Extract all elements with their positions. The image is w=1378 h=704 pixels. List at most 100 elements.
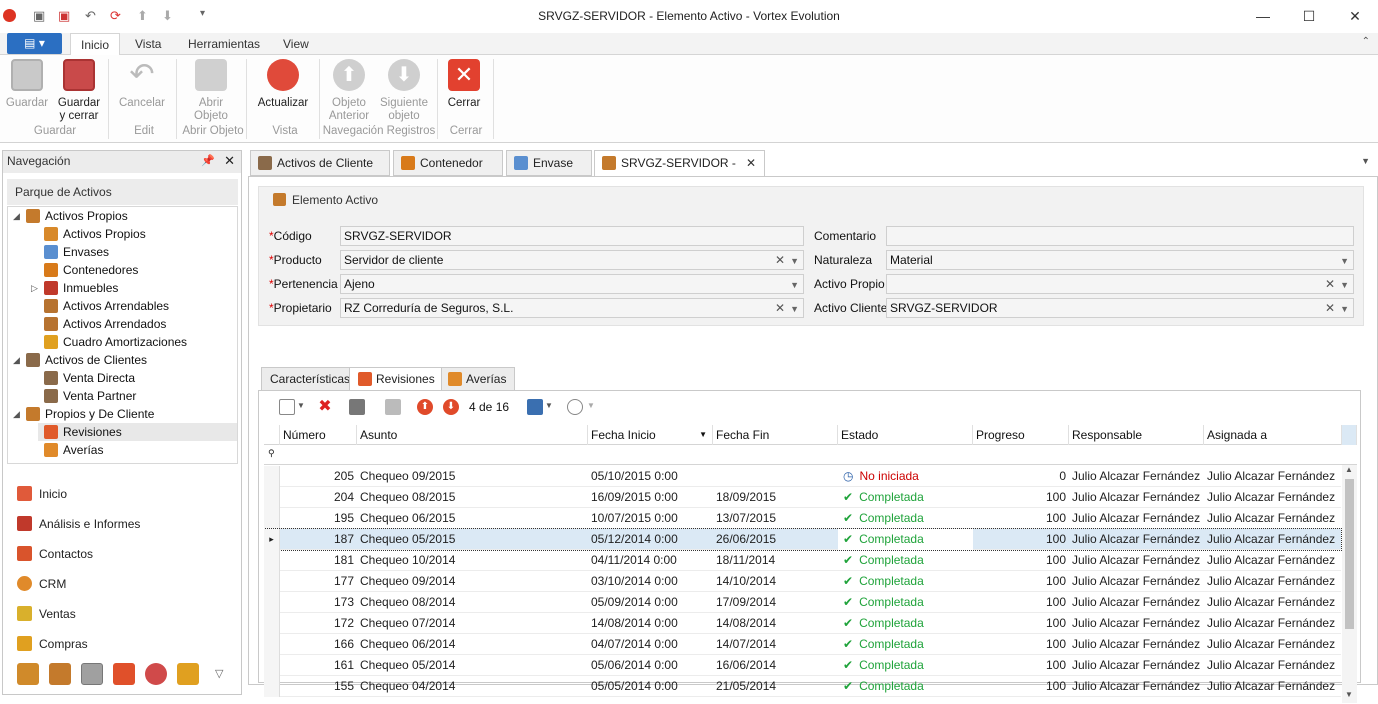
col-fecha-inicio[interactable]: Fecha Inicio ▼ [588, 425, 713, 445]
table-row[interactable]: 204 Chequeo 08/2015 16/09/2015 0:00 18/09/2… [264, 487, 1341, 508]
clear-icon[interactable]: ✕ [1325, 301, 1335, 315]
col-progreso[interactable]: Progreso [973, 425, 1069, 445]
shortcut-projects-icon[interactable] [177, 663, 199, 685]
dropdown-icon[interactable]: ▼ [790, 254, 799, 268]
col-asunto[interactable]: Asunto [357, 425, 588, 445]
maximize-button[interactable]: ☐ [1286, 4, 1332, 28]
tab-revisiones[interactable]: Revisiones [349, 367, 444, 392]
tab-vista[interactable]: Vista [125, 33, 171, 55]
vertical-scrollbar[interactable]: ▲ ▼ [1342, 465, 1357, 703]
dropdown-icon[interactable]: ▼ [790, 278, 799, 292]
shortcut-services-icon[interactable] [113, 663, 135, 685]
nav-link-crm[interactable]: CRM [17, 574, 66, 594]
table-row[interactable]: 195 Chequeo 06/2015 10/07/2015 0:00 13/07/2… [264, 508, 1341, 529]
dropdown-icon[interactable]: ▼ [1340, 278, 1349, 292]
doc-tab-activos-cliente[interactable]: Activos de Cliente [250, 150, 390, 176]
codigo-field[interactable]: SRVGZ-SERVIDOR [340, 226, 804, 246]
row-indicator[interactable] [264, 634, 280, 655]
doc-tab-srvgz-servidor[interactable]: SRVGZ-SERVIDOR - Elem✕ [594, 150, 765, 177]
app-menu-button[interactable]: ▤ ▾ [7, 33, 62, 54]
expand-icon[interactable]: ▷ [31, 283, 38, 294]
close-window-button[interactable]: ✕ [1332, 4, 1378, 28]
actualizar-button[interactable]: Actualizar [254, 59, 312, 110]
dropdown-icon[interactable]: ▼ [1340, 254, 1349, 268]
scroll-up-icon[interactable]: ▲ [1345, 465, 1353, 474]
search-icon[interactable] [567, 399, 583, 415]
table-row[interactable]: 172 Chequeo 07/2014 14/08/2014 0:00 14/08/2… [264, 613, 1341, 634]
export-dropdown-icon[interactable]: ▼ [545, 401, 553, 410]
tree-item-venta-partner[interactable]: Venta Partner [44, 387, 136, 405]
collapse-icon[interactable]: ◢ [13, 409, 20, 420]
row-indicator[interactable] [264, 508, 280, 529]
scroll-down-icon[interactable]: ▼ [1345, 690, 1353, 699]
tree-item-envases[interactable]: Envases [44, 243, 109, 261]
table-row[interactable]: 173 Chequeo 08/2014 05/09/2014 0:00 17/09/2… [264, 592, 1341, 613]
row-indicator[interactable] [264, 550, 280, 571]
shortcut-logistics-icon[interactable] [49, 663, 71, 685]
producto-lookup[interactable]: Servidor de cliente ✕ ▼ [340, 250, 804, 270]
objeto-anterior-button[interactable]: ⬆ Objeto Anterior [325, 59, 373, 123]
tree-item-cuadro-amortizaciones[interactable]: Cuadro Amortizaciones [44, 333, 187, 351]
tab-list-dropdown-icon[interactable]: ▼ [1361, 156, 1370, 166]
activo-propio-lookup[interactable]: ✕ ▼ [886, 274, 1354, 294]
previous-record-icon[interactable]: ⬆ [417, 399, 433, 415]
row-indicator[interactable] [264, 613, 280, 634]
dropdown-icon[interactable]: ▼ [790, 302, 799, 316]
row-indicator[interactable] [264, 592, 280, 613]
shortcut-production-icon[interactable] [17, 663, 39, 685]
tree-item-activos-arrendables[interactable]: Activos Arrendables [44, 297, 169, 315]
col-asignada-a[interactable]: Asignada a [1204, 425, 1342, 445]
col-fecha-fin[interactable]: Fecha Fin [713, 425, 838, 445]
nav-link-inicio[interactable]: Inicio [17, 484, 67, 504]
tab-herramientas[interactable]: Herramientas [178, 33, 270, 55]
nav-link-analisis[interactable]: Análisis e Informes [17, 514, 140, 534]
collapse-icon[interactable]: ◢ [13, 211, 20, 222]
tools-icon[interactable] [349, 399, 365, 415]
search-dropdown-icon[interactable]: ▼ [587, 401, 595, 410]
row-indicator[interactable] [264, 487, 280, 508]
tab-inicio[interactable]: Inicio [70, 33, 121, 55]
minimize-button[interactable]: — [1240, 4, 1286, 28]
comentario-field[interactable] [886, 226, 1354, 246]
col-responsable[interactable]: Responsable [1069, 425, 1204, 445]
cancelar-button[interactable]: ↶ Cancelar [116, 59, 168, 110]
abrir-objeto-button[interactable]: Abrir Objeto [184, 59, 238, 123]
tree-item-venta-directa[interactable]: Venta Directa [44, 369, 135, 387]
doc-tab-envase[interactable]: Envase [506, 150, 592, 176]
row-indicator[interactable] [264, 655, 280, 676]
row-indicator[interactable]: ▸ [264, 529, 280, 550]
tab-caracteristicas[interactable]: Características [261, 367, 360, 391]
tab-averias[interactable]: Averías [441, 367, 516, 391]
pin-icon[interactable]: 📌 [201, 154, 215, 167]
tree-item-inmuebles[interactable]: Inmuebles [44, 279, 118, 297]
close-panel-icon[interactable]: ✕ [224, 153, 235, 169]
tree-item-propios-y-de-cliente[interactable]: Propios y De Cliente [26, 405, 154, 423]
tree-item-contenedores[interactable]: Contenedores [44, 261, 138, 279]
scroll-thumb[interactable] [1345, 479, 1354, 629]
col-numero[interactable]: Número [280, 425, 357, 445]
nav-link-ventas[interactable]: Ventas [17, 604, 76, 624]
tree-item-activos-de-clientes[interactable]: Activos de Clientes [26, 351, 147, 369]
new-dropdown-icon[interactable]: ▼ [297, 401, 305, 410]
filter-row[interactable]: ⚲ [264, 445, 1357, 465]
clear-icon[interactable]: ✕ [775, 253, 785, 267]
tree-item-activos-arrendados[interactable]: Activos Arrendados [44, 315, 166, 333]
table-row[interactable]: 205 Chequeo 09/2015 05/10/2015 0:00 ◷ No ini… [264, 466, 1341, 487]
dropdown-icon[interactable]: ▼ [1340, 302, 1349, 316]
nav-link-compras[interactable]: Compras [17, 634, 88, 654]
clear-icon[interactable]: ✕ [1325, 277, 1335, 291]
tab-view[interactable]: View [273, 33, 319, 55]
pertenencia-select[interactable]: Ajeno ▼ [340, 274, 804, 294]
guardar-y-cerrar-button[interactable]: Guardar y cerrar [54, 59, 104, 123]
activo-cliente-lookup[interactable]: SRVGZ-SERVIDOR ✕ ▼ [886, 298, 1354, 318]
close-tab-icon[interactable]: ✕ [746, 151, 756, 175]
table-row[interactable]: 177 Chequeo 09/2014 03/10/2014 0:00 14/10/2… [264, 571, 1341, 592]
row-indicator[interactable] [264, 571, 280, 592]
siguiente-objeto-button[interactable]: ⬇ Siguiente objeto [378, 59, 430, 123]
doc-tab-contenedor[interactable]: Contenedor [393, 150, 503, 176]
tree-item-averias[interactable]: Averías [44, 441, 103, 459]
table-row[interactable]: 161 Chequeo 05/2014 05/06/2014 0:00 16/06/2… [264, 655, 1341, 676]
tree-item-revisiones[interactable]: Revisiones [38, 423, 237, 441]
new-record-icon[interactable] [279, 399, 295, 415]
export-icon[interactable] [527, 399, 543, 415]
